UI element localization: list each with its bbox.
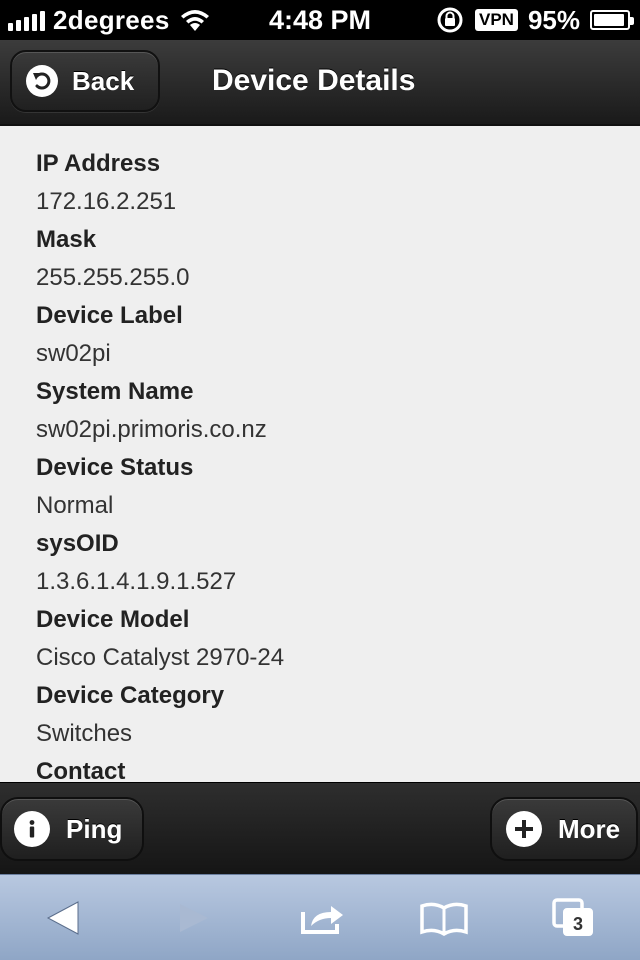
detail-label: Device Category xyxy=(36,682,225,709)
detail-sysoid: sysOID 1.3.6.1.4.1.9.1.527 xyxy=(36,525,236,601)
status-bar: 2degrees 4:48 PM VPN 95% xyxy=(0,0,640,40)
detail-device-status: Device Status Normal xyxy=(36,449,193,525)
battery-percent: 95% xyxy=(527,4,580,35)
detail-value: Normal xyxy=(36,492,114,519)
detail-value: Switches xyxy=(36,720,133,747)
plus-icon xyxy=(506,811,542,847)
detail-label: Device Label xyxy=(36,302,183,329)
info-icon xyxy=(14,811,50,847)
back-button-label: Back xyxy=(72,65,135,96)
back-arrow-icon xyxy=(26,65,58,97)
battery-fill xyxy=(594,14,625,26)
rotation-lock-icon xyxy=(437,7,463,33)
detail-value: sw02pi xyxy=(36,340,111,367)
page-title: Device Details xyxy=(212,64,416,97)
ping-button-label: Ping xyxy=(66,813,123,844)
detail-mask: Mask 255.255.255.0 xyxy=(36,221,189,297)
detail-device-model: Device Model Cisco Catalyst 2970-24 xyxy=(36,601,284,677)
share-icon xyxy=(301,906,343,934)
detail-label: Contact xyxy=(36,758,126,782)
detail-label: IP Address xyxy=(36,150,161,177)
navigation-header: Back Device Details xyxy=(0,40,640,126)
status-right: VPN 95% xyxy=(435,0,634,40)
detail-system-name: System Name sw02pi.primoris.co.nz xyxy=(36,373,267,449)
detail-value: 255.255.255.0 xyxy=(36,264,190,291)
detail-label: sysOID xyxy=(36,530,119,557)
detail-value: Cisco Catalyst 2970-24 xyxy=(36,644,285,671)
detail-label: Device Status xyxy=(36,454,194,481)
vpn-badge: VPN xyxy=(474,9,518,31)
detail-label: Mask xyxy=(36,226,97,253)
detail-value: 172.16.2.251 xyxy=(36,188,177,215)
more-button[interactable]: More xyxy=(490,797,638,861)
detail-contact: Contact xyxy=(36,753,125,782)
browser-back-button[interactable] xyxy=(34,893,94,943)
tab-count: 3 xyxy=(573,914,583,934)
device-details-list: IP Address 172.16.2.251 Mask 255.255.255… xyxy=(0,126,640,782)
action-footer: Ping More xyxy=(0,782,640,874)
tabs-button[interactable]: 3 xyxy=(544,893,604,943)
bookmarks-book-icon xyxy=(420,902,468,937)
detail-device-category: Device Category Switches xyxy=(36,677,224,753)
battery-icon xyxy=(590,10,634,30)
browser-toolbar: 3 xyxy=(0,874,640,960)
detail-label: Device Model xyxy=(36,606,190,633)
back-button[interactable]: Back xyxy=(10,50,160,112)
detail-value: sw02pi.primoris.co.nz xyxy=(36,416,267,443)
bookmarks-button[interactable] xyxy=(414,893,474,943)
detail-ip-address: IP Address 172.16.2.251 xyxy=(36,145,176,221)
more-button-label: More xyxy=(558,813,621,844)
detail-label: System Name xyxy=(36,378,194,405)
ping-button[interactable]: Ping xyxy=(0,797,144,861)
share-button[interactable] xyxy=(293,893,353,943)
browser-forward-button[interactable] xyxy=(162,893,222,943)
tabs-pages-icon: 3 xyxy=(552,898,593,936)
detail-value: 1.3.6.1.4.1.9.1.527 xyxy=(36,568,237,595)
back-triangle-icon xyxy=(46,901,79,935)
forward-triangle-icon xyxy=(180,904,208,932)
detail-device-label: Device Label sw02pi xyxy=(36,297,183,373)
